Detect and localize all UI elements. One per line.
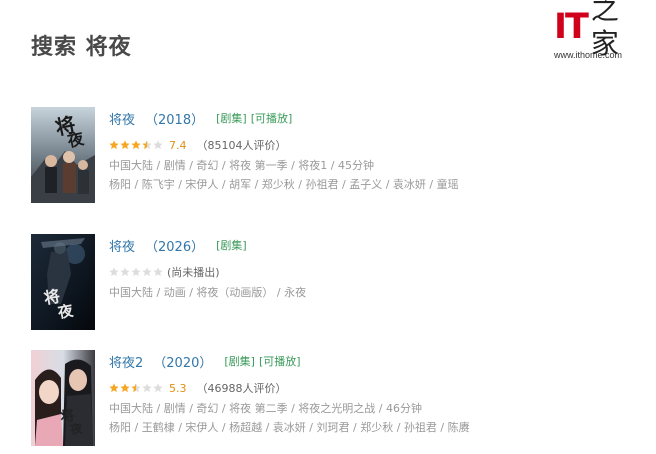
result-year: （2018） <box>145 112 205 128</box>
result-title-link[interactable]: 将夜 <box>109 109 135 128</box>
star-empty-icon <box>142 383 152 393</box>
tag-series[interactable]: [剧集] <box>216 237 247 253</box>
result-abstract: 中国大陆 / 剧情 / 奇幻 / 将夜 第一季 / 将夜1 / 45分钟 <box>109 159 374 172</box>
tag-series[interactable]: [剧集] <box>216 110 247 126</box>
rating-stars <box>109 267 163 277</box>
poster-image[interactable]: 将 夜 <box>31 107 95 203</box>
ithome-watermark: IT 之家 www.ithome.com <box>554 0 646 66</box>
rating-score: 5.3 <box>169 381 187 395</box>
result-year: （2026） <box>145 239 205 255</box>
star-half-icon <box>142 140 152 150</box>
star-full-icon <box>109 140 119 150</box>
search-result-3: 将 夜 将夜2 （2020） [剧集] [可播放] 5.3 （46988人评价）… <box>31 350 631 450</box>
star-empty-icon <box>131 267 141 277</box>
star-empty-icon <box>153 140 163 150</box>
star-empty-icon <box>142 267 152 277</box>
rating-count: （85104人评价） <box>196 139 287 152</box>
search-result-1: 将 夜 将夜 （2018） [剧集] [可播放] 7.4 （85104人评价） … <box>31 107 631 207</box>
star-empty-icon <box>120 267 130 277</box>
result-title-link[interactable]: 将夜 <box>109 236 135 255</box>
star-full-icon <box>109 383 119 393</box>
logo-it: IT <box>554 7 589 47</box>
result-year: （2020） <box>153 355 213 371</box>
star-empty-icon <box>153 267 163 277</box>
rating-count: （46988人评价） <box>196 382 287 395</box>
tag-playable[interactable]: [可播放] <box>251 110 293 126</box>
tag-series[interactable]: [剧集] <box>224 353 255 369</box>
star-full-icon <box>120 140 130 150</box>
star-full-icon <box>120 383 130 393</box>
result-cast: 杨阳 / 陈飞宇 / 宋伊人 / 胡军 / 郑少秋 / 孙祖君 / 孟子义 / … <box>109 178 459 191</box>
rating-stars <box>109 383 163 393</box>
star-empty-icon <box>153 383 163 393</box>
result-abstract: 中国大陆 / 动画 / 将夜（动画版） / 永夜 <box>109 286 307 299</box>
page-title: 搜索 将夜 <box>31 35 132 60</box>
result-cast: 杨阳 / 王鹤棣 / 宋伊人 / 杨超越 / 袁冰妍 / 刘珂君 / 郑少秋 /… <box>109 421 470 434</box>
rating-status: (尚未播出) <box>167 266 220 279</box>
rating-stars <box>109 140 163 150</box>
star-empty-icon <box>109 267 119 277</box>
star-half-icon <box>131 383 141 393</box>
search-result-2: 将 夜 将夜 （2026） [剧集] (尚未播出) 中国大陆 / 动画 / 将夜… <box>31 234 631 334</box>
result-title-link[interactable]: 将夜2 <box>109 352 143 371</box>
poster-image[interactable]: 将 夜 <box>31 350 95 446</box>
result-abstract: 中国大陆 / 剧情 / 奇幻 / 将夜 第二季 / 将夜之光明之战 / 46分钟 <box>109 402 422 415</box>
poster-image[interactable]: 将 夜 <box>31 234 95 330</box>
rating-score: 7.4 <box>169 138 187 152</box>
star-full-icon <box>131 140 141 150</box>
ithome-logo: IT 之家 <box>554 0 646 60</box>
tag-playable[interactable]: [可播放] <box>259 353 301 369</box>
